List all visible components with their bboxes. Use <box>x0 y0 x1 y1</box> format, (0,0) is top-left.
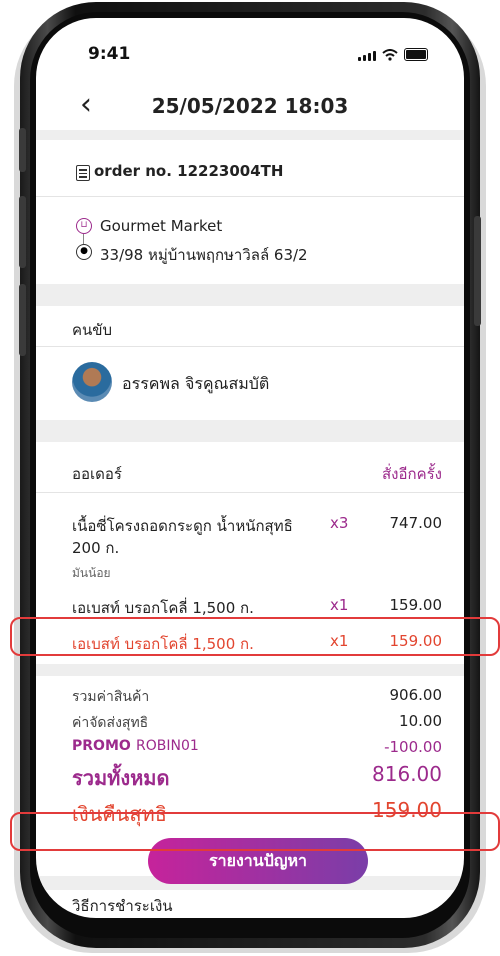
page-title: 25/05/2022 18:03 <box>151 94 349 118</box>
divider <box>36 420 464 442</box>
subtotal-value: 906.00 <box>389 686 443 704</box>
item-qty: x3 <box>330 514 349 532</box>
route-connector <box>83 234 84 244</box>
item-qty: x1 <box>330 596 349 614</box>
power-button <box>474 216 481 326</box>
order-section-title: ออเดอร์ <box>72 465 122 483</box>
divider <box>36 346 464 347</box>
status-icons <box>358 48 428 61</box>
signal-icon <box>358 51 376 61</box>
delivery-address: 33/98 หมู่บ้านพฤกษาวิลล์ 63/2 <box>100 246 308 264</box>
item-name-cont: 200 ก. <box>72 539 120 557</box>
mute-switch <box>19 128 26 172</box>
order-number: order no. 12223004TH <box>94 162 284 180</box>
driver-avatar <box>72 362 112 402</box>
highlight-refund-total <box>10 812 500 851</box>
delivery-label: ค่าจัดส่งสุทธิ <box>72 715 149 731</box>
driver-section-title: คนขับ <box>72 321 113 339</box>
subtotal-label: รวมค่าสินค้า <box>72 689 150 705</box>
divider <box>36 284 464 306</box>
divider <box>36 196 464 197</box>
total-label: รวมทั้งหมด <box>72 766 170 790</box>
status-bar: 9:41 <box>36 44 464 68</box>
volume-down-button <box>19 284 26 356</box>
divider <box>36 130 464 140</box>
payment-section-title: วิธีการชำระเงิน <box>72 897 173 915</box>
item-price: 159.00 <box>389 596 443 614</box>
promo-label: PROMO <box>72 738 131 754</box>
volume-up-button <box>19 196 26 268</box>
promo-value: -100.00 <box>384 738 442 756</box>
basket-icon: ⊔ <box>76 218 92 234</box>
battery-icon <box>404 48 428 61</box>
promo-code: ROBIN01 <box>136 738 199 754</box>
status-time: 9:41 <box>88 44 131 64</box>
item-name: เนื้อซี่โครงถอดกระดูก น้ำหนักสุทธิ <box>72 517 293 535</box>
app-header: ‹ 25/05/2022 18:03 <box>36 90 464 130</box>
driver-name: อรรคพล จิรคูณสมบัติ <box>122 374 270 393</box>
item-note: มันน้อย <box>72 566 111 580</box>
item-price: 747.00 <box>389 514 443 532</box>
total-value: 816.00 <box>372 762 442 786</box>
delivery-value: 10.00 <box>399 712 442 730</box>
receipt-icon <box>76 165 90 181</box>
highlight-refunded-item <box>10 617 500 656</box>
reorder-link[interactable]: สั่งอีกครั้ง <box>382 462 442 486</box>
store-name: Gourmet Market <box>100 217 223 235</box>
wifi-icon <box>382 49 398 61</box>
app-screen: 9:41 ‹ 25/05/2022 18:03 order no. 122230… <box>36 18 464 918</box>
divider <box>36 664 464 676</box>
person-pin-icon: ● <box>76 244 92 260</box>
divider <box>36 492 464 493</box>
